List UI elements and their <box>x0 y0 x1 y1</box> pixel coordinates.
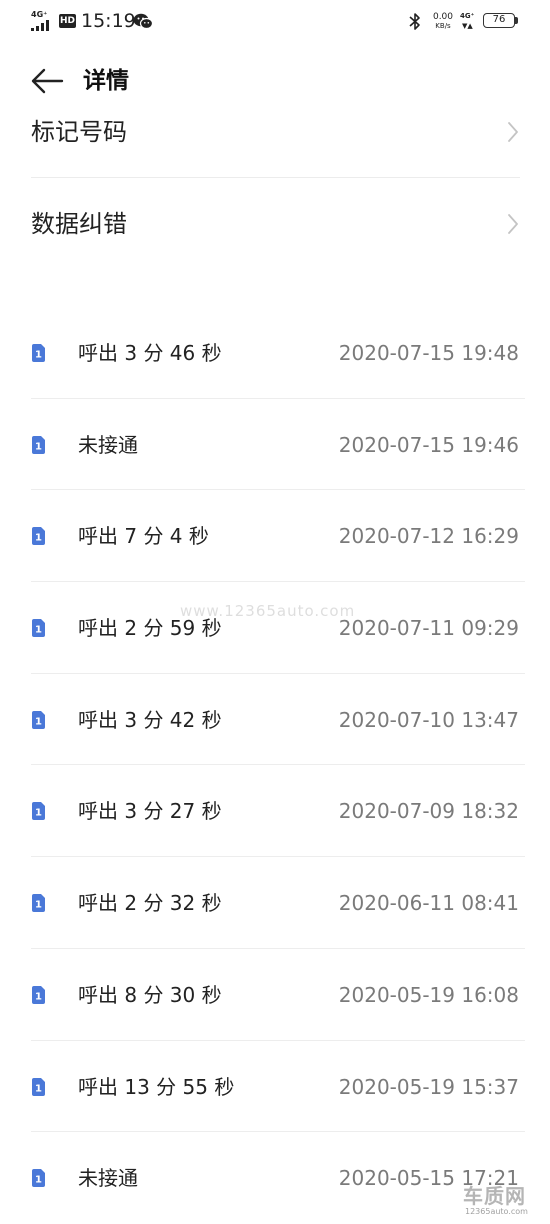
chevron-right-icon <box>508 122 518 142</box>
sim1-icon: 1 <box>32 435 45 454</box>
call-timestamp: 2020-07-15 19:48 <box>338 341 519 365</box>
sim1-icon: 1 <box>32 1077 45 1096</box>
sim1-icon: 1 <box>32 894 45 913</box>
call-record-row[interactable]: 1 呼出 8 分 30 秒 2020-05-19 16:08 <box>0 949 550 1041</box>
call-timestamp: 2020-06-11 08:41 <box>338 891 519 916</box>
sim1-icon: 1 <box>32 802 45 821</box>
call-description: 呼出 7 分 4 秒 <box>78 524 209 549</box>
sim-number: 1 <box>35 1083 42 1094</box>
chevron-right-icon <box>508 214 518 234</box>
sim1-icon: 1 <box>32 527 45 546</box>
network-speed-unit: KB/s <box>435 22 451 30</box>
sim-number: 1 <box>35 808 42 819</box>
call-description: 呼出 13 分 55 秒 <box>78 1074 235 1099</box>
battery-tip <box>515 17 518 24</box>
call-description: 呼出 3 分 42 秒 <box>78 707 222 732</box>
call-timestamp: 2020-07-11 09:29 <box>338 616 519 641</box>
signal-icon <box>31 20 49 31</box>
watermark-logo: 车质网 12365auto.com <box>463 1185 545 1219</box>
network-type-label: 4G⁺ <box>31 10 48 19</box>
call-history-list: 1 呼出 3 分 46 秒 2020-07-15 19:48 1 未接通 202… <box>0 307 550 1224</box>
sim-number: 1 <box>35 991 42 1002</box>
call-description: 未接通 <box>78 1166 138 1191</box>
call-timestamp: 2020-05-19 15:37 <box>338 1074 519 1099</box>
call-timestamp: 2020-05-19 16:08 <box>338 982 519 1007</box>
sim-number: 1 <box>35 533 42 544</box>
sim1-icon: 1 <box>32 1169 45 1188</box>
call-record-row[interactable]: 1 呼出 7 分 4 秒 2020-07-12 16:29 <box>0 490 550 583</box>
network-speed: 0.00 KB/s <box>428 12 458 31</box>
sim1-icon: 1 <box>32 619 45 638</box>
mark-number-item[interactable]: 标记号码 <box>31 86 520 178</box>
data-activity-icon: ▼▲ <box>462 22 473 30</box>
watermark-logo-url: 12365auto.com <box>465 1207 528 1216</box>
battery-icon: 76 <box>483 13 515 28</box>
call-record-row[interactable]: 1 呼出 3 分 27 秒 2020-07-09 18:32 <box>0 765 550 858</box>
battery-level: 76 <box>492 14 506 25</box>
watermark-text: www.12365auto.com <box>180 602 356 620</box>
wechat-icon <box>133 13 153 30</box>
call-record-row[interactable]: 1 未接通 2020-07-15 19:46 <box>0 399 550 491</box>
call-timestamp: 2020-07-12 16:29 <box>338 524 519 549</box>
sim1-icon: 1 <box>32 985 45 1004</box>
call-timestamp: 2020-07-09 18:32 <box>338 799 519 824</box>
call-description: 呼出 2 分 32 秒 <box>78 891 222 916</box>
bluetooth-icon <box>409 13 420 30</box>
hd-icon: HD <box>59 14 76 28</box>
status-bar: 4G⁺ HD 15:19 0.00 KB/s 4G⁺ ▼▲ 76 <box>0 0 550 44</box>
call-description: 呼出 3 分 27 秒 <box>78 799 222 824</box>
call-record-row[interactable]: 1 呼出 13 分 55 秒 2020-05-19 15:37 <box>0 1041 550 1133</box>
sim-number: 1 <box>35 625 42 636</box>
sim-number: 1 <box>35 1175 42 1186</box>
call-timestamp: 2020-07-10 13:47 <box>338 707 519 732</box>
call-record-row[interactable]: 1 呼出 3 分 42 秒 2020-07-10 13:47 <box>0 674 550 766</box>
call-record-row[interactable]: 1 呼出 2 分 32 秒 2020-06-11 08:41 <box>0 857 550 949</box>
network-type-label-right: 4G⁺ <box>460 12 475 20</box>
sim-number: 1 <box>35 350 42 361</box>
sim1-icon: 1 <box>32 344 45 362</box>
call-description: 未接通 <box>78 432 138 457</box>
watermark-logo-text: 车质网 <box>463 1184 526 1208</box>
sim1-icon: 1 <box>32 710 45 729</box>
sim-number: 1 <box>35 716 42 727</box>
call-record-row[interactable]: 1 呼出 2 分 59 秒 2020-07-11 09:29 <box>0 582 550 674</box>
data-correction-item[interactable]: 数据纠错 <box>31 178 520 270</box>
sim-number: 1 <box>35 900 42 911</box>
call-description: 呼出 3 分 46 秒 <box>78 341 222 365</box>
network-speed-value: 0.00 <box>432 12 454 22</box>
data-correction-label: 数据纠错 <box>31 210 127 238</box>
call-record-row[interactable]: 1 呼出 3 分 46 秒 2020-07-15 19:48 <box>0 307 550 399</box>
sim-number: 1 <box>35 441 42 452</box>
mark-number-label: 标记号码 <box>31 118 127 146</box>
status-time: 15:19 <box>81 10 136 32</box>
call-description: 呼出 8 分 30 秒 <box>78 982 222 1007</box>
call-timestamp: 2020-07-15 19:46 <box>338 432 519 457</box>
